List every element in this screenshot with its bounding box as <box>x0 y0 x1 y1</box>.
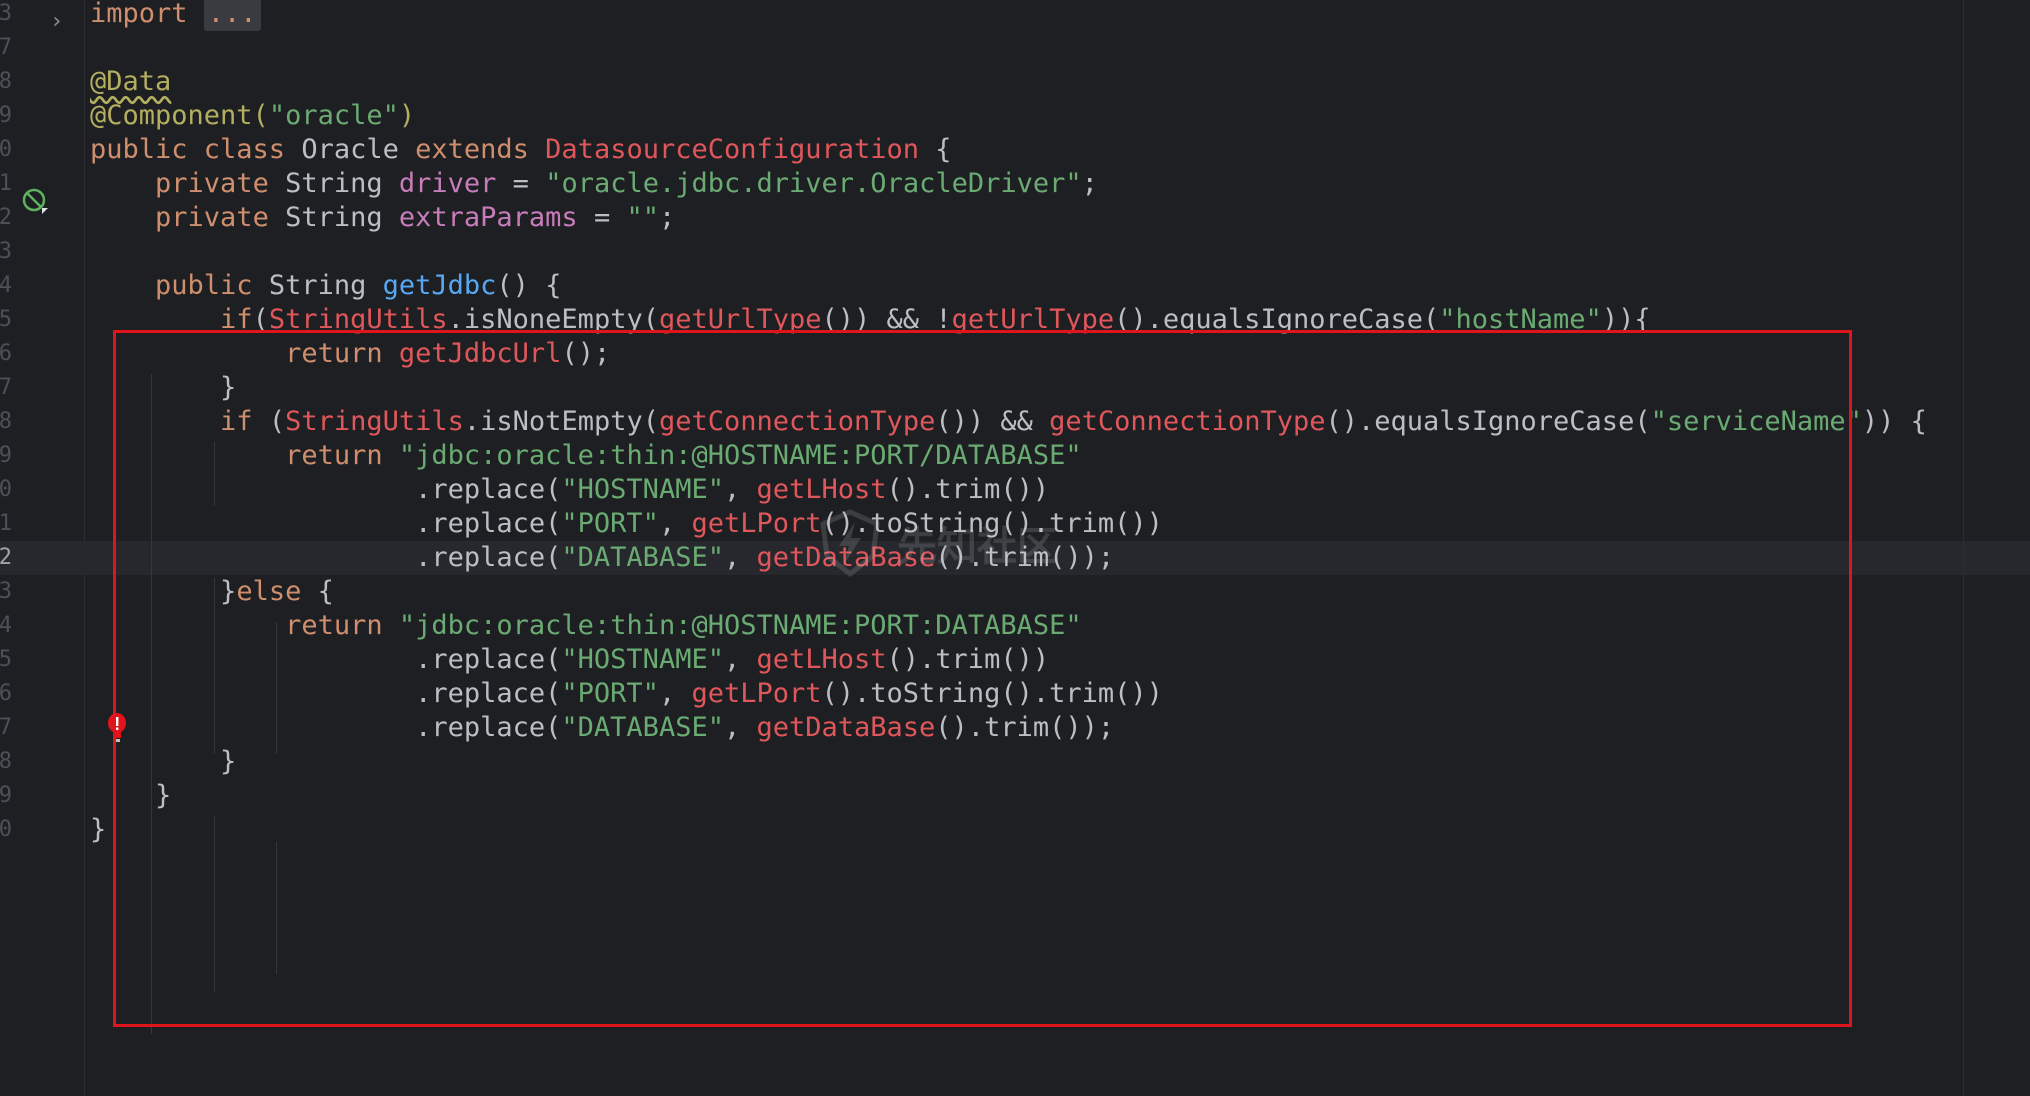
line-number: 4 <box>0 273 12 298</box>
code-text: private String extraParams = ""; <box>90 201 675 235</box>
code-token: public class <box>90 134 302 165</box>
code-token: extraParams <box>398 202 578 233</box>
code-token: "oracle" <box>268 100 399 131</box>
code-token: = <box>496 168 546 199</box>
line-number: 0 <box>0 817 12 842</box>
line-number: 7 <box>0 375 12 400</box>
line-number: 7 <box>0 35 12 60</box>
vertical-scrollbar[interactable] <box>1963 0 2030 1096</box>
line-number: 0 <box>0 137 12 162</box>
line-number: 1 <box>0 511 12 536</box>
code-token: )) { <box>1861 406 1927 437</box>
line-number: 3 <box>0 239 12 264</box>
code-token: driver <box>398 168 497 199</box>
code-token: DatasourceConfiguration <box>545 134 920 165</box>
code-token: "" <box>626 202 659 233</box>
code-token: extends <box>415 134 546 165</box>
code-line[interactable]: 3 import ... <box>0 0 2030 31</box>
code-token: getJdbc <box>382 270 497 301</box>
code-token: String <box>285 168 399 199</box>
line-number: 8 <box>0 69 12 94</box>
code-line[interactable]: 4 public String getJdbc() { <box>0 269 2030 303</box>
line-number: 3 <box>0 579 12 604</box>
line-number: 7 <box>0 715 12 740</box>
line-number: 9 <box>0 443 12 468</box>
code-line[interactable]: 7 <box>0 31 2030 65</box>
code-token: import <box>90 0 204 29</box>
code-token: = <box>577 202 627 233</box>
code-token: } <box>90 814 107 845</box>
code-line[interactable]: 9 @Component("oracle") <box>0 99 2030 133</box>
line-number: 9 <box>0 103 12 128</box>
code-text: import ... <box>90 0 261 31</box>
code-text: @Data <box>90 65 171 99</box>
code-text: } <box>90 813 106 847</box>
spring-bean-icon[interactable] <box>20 186 50 216</box>
code-text: public String getJdbc() { <box>90 269 561 303</box>
code-token: Oracle <box>301 134 416 165</box>
line-number: 2 <box>0 545 12 570</box>
code-token: @Component( <box>90 100 269 131</box>
code-token: String <box>285 202 399 233</box>
chevron-right-icon[interactable]: › <box>50 0 63 44</box>
line-number: 4 <box>0 613 12 638</box>
code-token: () { <box>496 270 562 301</box>
code-token: ) <box>398 100 416 131</box>
code-token: String <box>268 270 383 301</box>
highlight-box <box>113 330 1852 1027</box>
line-number: 8 <box>0 409 12 434</box>
line-number: 2 <box>0 205 12 230</box>
code-token: public <box>155 270 269 301</box>
line-number: 3 <box>0 1 12 26</box>
code-token: private <box>155 168 286 199</box>
code-token: { <box>919 134 952 165</box>
line-number: 8 <box>0 749 12 774</box>
line-number: 6 <box>0 681 12 706</box>
code-token: "oracle.jdbc.driver.OracleDriver" <box>545 168 1082 199</box>
code-editor[interactable]: 3 import ... 7 8 @Data 9 @Component("oracle") 0… <box>0 0 2030 1096</box>
code-token: private <box>155 202 286 233</box>
line-number: 6 <box>0 341 12 366</box>
code-text: public class Oracle extends DatasourceCo… <box>90 133 952 167</box>
line-number: 5 <box>0 647 12 672</box>
code-line[interactable]: 8 @Data <box>0 65 2030 99</box>
code-token: @Data <box>90 66 172 97</box>
folded-region[interactable]: ... <box>203 0 261 31</box>
code-text: private String driver = "oracle.jdbc.dri… <box>90 167 1098 201</box>
code-line[interactable]: 0 public class Oracle extends DatasourceC… <box>0 133 2030 167</box>
code-token: ; <box>1081 168 1098 199</box>
code-text: @Component("oracle") <box>90 99 415 133</box>
line-number: 0 <box>0 477 12 502</box>
code-line[interactable]: 3 <box>0 235 2030 269</box>
line-number: 9 <box>0 783 12 808</box>
line-number: 1 <box>0 171 12 196</box>
code-line[interactable]: 1 private String driver = "oracle.jdbc.d… <box>0 167 2030 201</box>
line-number: 5 <box>0 307 12 332</box>
code-token: ; <box>658 202 676 233</box>
code-line[interactable]: 2 private String extraParams = ""; <box>0 201 2030 235</box>
